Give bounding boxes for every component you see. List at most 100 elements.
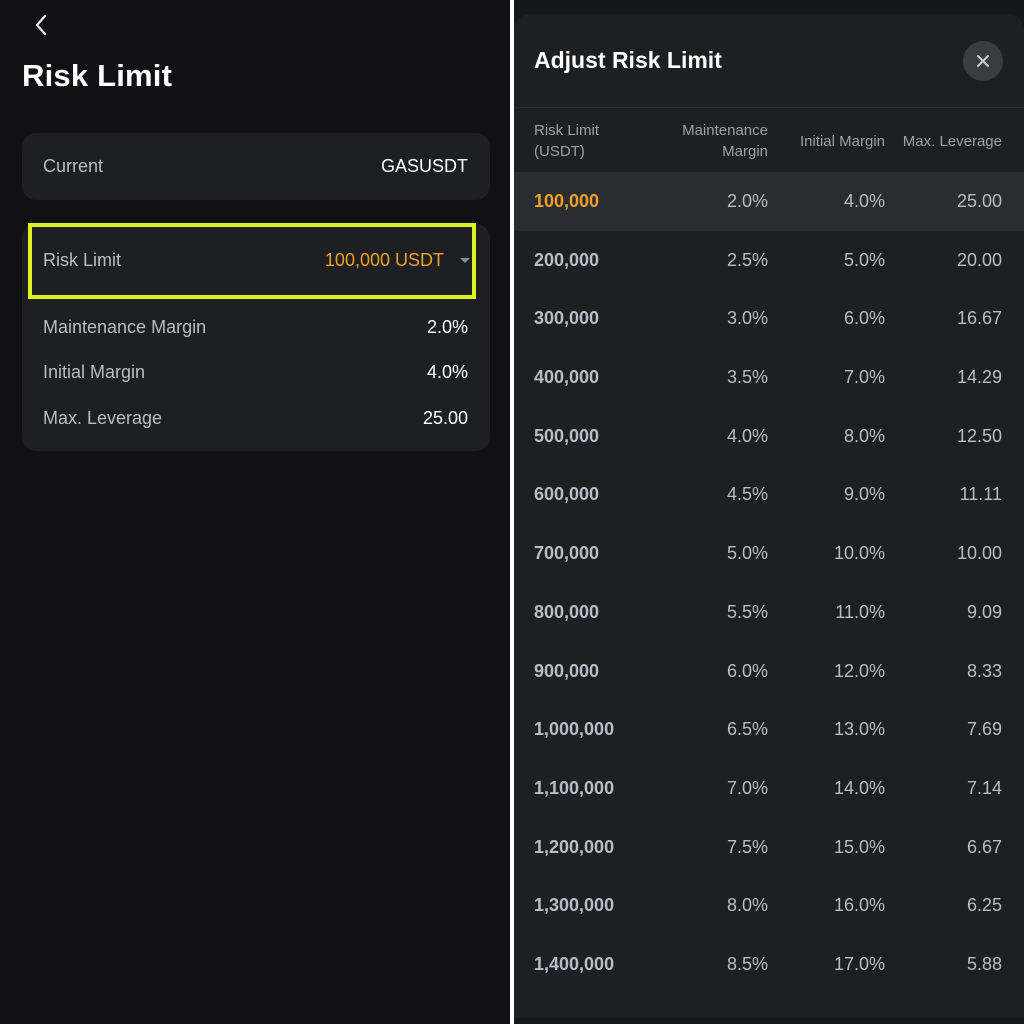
tier-maintenance-margin: 4.5% [726, 484, 768, 505]
caret-down-icon [460, 257, 470, 263]
tier-maintenance-margin: 5.0% [726, 543, 768, 564]
current-value: GASUSDT [380, 156, 468, 176]
tier-risk-limit: 200,000 [534, 249, 600, 270]
tier-initial-margin: 12.0% [833, 660, 885, 681]
header-maintenance-line2: Margin [722, 143, 768, 160]
tier-row[interactable]: 1,200,000 7.5% 15.0% 6.67 [514, 818, 1024, 877]
tier-max-leverage: 7.69 [966, 719, 1002, 740]
tier-initial-margin: 14.0% [833, 777, 885, 798]
tier-risk-limit: 300,000 [534, 308, 600, 329]
tier-max-leverage: 11.11 [959, 484, 1002, 505]
tier-initial-margin: 16.0% [833, 895, 885, 916]
tier-risk-limit: 700,000 [534, 543, 600, 564]
tier-risk-limit: 1,100,000 [534, 777, 615, 798]
tier-risk-limit: 600,000 [534, 484, 600, 505]
maintenance-margin-value: 2.0% [426, 316, 468, 337]
close-button[interactable] [963, 41, 1003, 81]
tier-max-leverage: 25.00 [956, 191, 1002, 211]
risk-limit-screen: Risk Limit Current GASUSDT Risk Limit 10… [0, 0, 510, 1024]
tier-row[interactable]: 1,000,000 6.5% 13.0% 7.69 [514, 700, 1024, 759]
tier-initial-margin: 11.0% [835, 601, 885, 622]
tier-row[interactable]: 400,000 3.5% 7.0% 14.29 [514, 348, 1024, 407]
tier-maintenance-margin: 3.0% [726, 308, 768, 329]
tier-max-leverage: 12.50 [956, 425, 1002, 446]
tier-initial-margin: 10.0% [833, 543, 885, 564]
risk-details-card: Risk Limit 100,000 USDT Maintenance Marg… [22, 224, 490, 451]
tier-maintenance-margin: 7.0% [726, 777, 768, 798]
tier-maintenance-margin: 2.5% [726, 249, 768, 270]
tier-row-selected[interactable]: 100,000 2.0% 4.0% 25.00 [514, 172, 1024, 231]
tier-maintenance-margin: 5.5% [726, 601, 768, 622]
tier-initial-margin: 15.0% [833, 836, 885, 857]
tier-risk-limit: 400,000 [534, 367, 600, 388]
tier-initial-margin: 8.0% [843, 425, 885, 446]
tier-maintenance-margin: 2.0% [726, 191, 768, 211]
initial-margin-row: Initial Margin 4.0% [43, 355, 468, 389]
tier-initial-margin: 13.0% [833, 719, 885, 740]
tier-maintenance-margin: 4.0% [726, 425, 768, 446]
tier-risk-limit: 1,300,000 [534, 895, 615, 916]
header-maintenance-margin: Maintenance Margin [648, 120, 768, 162]
tier-maintenance-margin: 7.5% [726, 836, 768, 857]
header-max-leverage: Max. Leverage [902, 133, 1002, 150]
tier-row[interactable]: 1,100,000 7.0% 14.0% 7.14 [514, 759, 1024, 818]
tier-row[interactable]: 800,000 5.5% 11.0% 9.09 [514, 583, 1024, 642]
tier-row[interactable]: 700,000 5.0% 10.0% 10.00 [514, 524, 1024, 583]
tier-max-leverage: 7.14 [966, 777, 1002, 798]
tier-max-leverage: 5.88 [966, 953, 1002, 974]
close-icon [977, 55, 989, 67]
back-button[interactable] [26, 10, 56, 40]
tier-row[interactable]: 600,000 4.5% 9.0% 11.11 [514, 465, 1024, 524]
tier-risk-limit: 100,000 [534, 191, 600, 211]
sheet-title: Adjust Risk Limit [534, 47, 722, 73]
risk-limit-value-text: 100,000 USDT [324, 249, 444, 270]
tier-row[interactable]: 300,000 3.0% 6.0% 16.67 [514, 289, 1024, 348]
tier-max-leverage: 14.29 [956, 367, 1002, 388]
header-initial-margin: Initial Margin [799, 133, 885, 150]
risk-limit-selector[interactable]: Risk Limit 100,000 USDT [43, 224, 470, 296]
risk-tier-list: 100,000 2.0% 4.0% 25.00 200,000 2.5% 5.0… [514, 172, 1024, 994]
tier-risk-limit: 1,000,000 [534, 719, 615, 740]
page-title: Risk Limit [22, 58, 173, 93]
max-leverage-value: 25.00 [422, 407, 468, 428]
tier-max-leverage: 20.00 [956, 249, 1002, 270]
risk-limit-value: 100,000 USDT [324, 249, 470, 271]
tier-row[interactable]: 1,400,000 8.5% 17.0% 5.88 [514, 935, 1024, 994]
tier-row[interactable]: 900,000 6.0% 12.0% 8.33 [514, 642, 1024, 701]
tier-row[interactable]: 200,000 2.5% 5.0% 20.00 [514, 231, 1024, 290]
header-risk-limit: Risk Limit (USDT) [534, 120, 654, 162]
header-risk-limit-line2: (USDT) [534, 143, 585, 160]
tier-maintenance-margin: 8.5% [726, 953, 768, 974]
current-symbol-card: Current GASUSDT [22, 133, 490, 200]
tier-max-leverage: 16.67 [956, 308, 1002, 329]
tier-maintenance-margin: 6.5% [726, 719, 768, 740]
maintenance-margin-row: Maintenance Margin 2.0% [43, 310, 468, 344]
tier-initial-margin: 9.0% [843, 484, 885, 505]
tier-initial-margin: 17.0% [833, 953, 885, 974]
maintenance-margin-label: Maintenance Margin [43, 316, 207, 337]
adjust-risk-limit-sheet: Adjust Risk Limit Risk Limit (USDT) Main… [514, 14, 1024, 1018]
tier-max-leverage: 6.25 [966, 895, 1002, 916]
tier-initial-margin: 7.0% [843, 367, 885, 388]
header-maintenance-line1: Maintenance [682, 122, 768, 139]
tier-maintenance-margin: 3.5% [726, 367, 768, 388]
tier-initial-margin: 4.0% [843, 191, 885, 211]
table-header: Risk Limit (USDT) Maintenance Margin Ini… [514, 108, 1024, 172]
risk-limit-label: Risk Limit [43, 249, 122, 270]
initial-margin-value: 4.0% [426, 361, 468, 382]
chevron-left-icon [35, 14, 47, 36]
max-leverage-row: Max. Leverage 25.00 [43, 401, 468, 435]
initial-margin-label: Initial Margin [43, 361, 146, 382]
tier-row[interactable]: 500,000 4.0% 8.0% 12.50 [514, 407, 1024, 466]
tier-risk-limit: 500,000 [534, 425, 600, 446]
tier-risk-limit: 1,200,000 [534, 836, 615, 857]
tier-risk-limit: 800,000 [534, 601, 600, 622]
tier-row[interactable]: 1,300,000 8.0% 16.0% 6.25 [514, 876, 1024, 935]
tier-risk-limit: 1,400,000 [534, 953, 615, 974]
max-leverage-label: Max. Leverage [43, 407, 163, 428]
tier-max-leverage: 6.67 [966, 836, 1002, 857]
tier-max-leverage: 8.33 [966, 660, 1002, 681]
tier-risk-limit: 900,000 [534, 660, 600, 681]
tier-maintenance-margin: 6.0% [726, 660, 768, 681]
tier-initial-margin: 5.0% [843, 249, 885, 270]
